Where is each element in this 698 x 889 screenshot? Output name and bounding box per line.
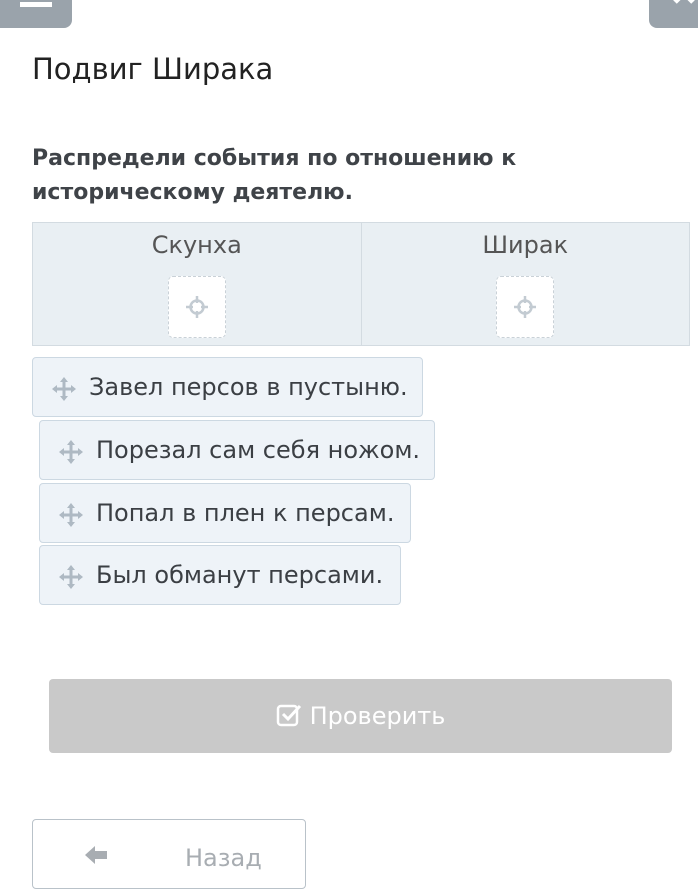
card-text: Был обманут персами. (96, 561, 384, 589)
move-icon (59, 440, 83, 464)
drop-zone[interactable] (496, 276, 555, 338)
check-square-icon (276, 704, 301, 727)
draggable-card[interactable]: Порезал сам себя ножом. (39, 420, 435, 480)
column-label: Скунха (151, 231, 242, 259)
back-button-label: Назад (185, 844, 262, 872)
draggable-card[interactable]: Завел персов в пустыню. (32, 357, 423, 417)
crosshair-icon (185, 296, 208, 318)
column-label: Ширак (482, 231, 569, 259)
move-icon (52, 377, 76, 401)
close-icon (673, 0, 695, 4)
arrow-left-icon (85, 846, 107, 864)
crosshair-icon (514, 296, 537, 318)
task-instruction: Распредели события по отношению к истори… (32, 146, 517, 205)
check-button[interactable]: Проверить (49, 679, 672, 753)
back-button[interactable]: Назад (32, 819, 306, 889)
card-text: Попал в плен к персам. (96, 499, 395, 527)
move-icon (59, 565, 83, 589)
close-button[interactable] (649, 0, 698, 28)
column-skunkha: Скунха (33, 223, 361, 345)
menu-icon (20, 2, 52, 7)
drop-zone[interactable] (167, 276, 226, 338)
move-icon (59, 503, 83, 527)
menu-button[interactable] (0, 0, 72, 28)
draggable-card[interactable]: Был обманут персами. (39, 545, 401, 605)
draggable-card[interactable]: Попал в плен к персам. (39, 483, 411, 543)
card-text: Порезал сам себя ножом. (96, 436, 421, 464)
check-button-label: Проверить (309, 702, 446, 730)
column-shirak: Ширак (360, 223, 690, 345)
page-title: Подвиг Ширака (32, 52, 274, 86)
card-text: Завел персов в пустыню. (89, 373, 408, 401)
category-columns: Скунха Ширак (32, 222, 690, 346)
